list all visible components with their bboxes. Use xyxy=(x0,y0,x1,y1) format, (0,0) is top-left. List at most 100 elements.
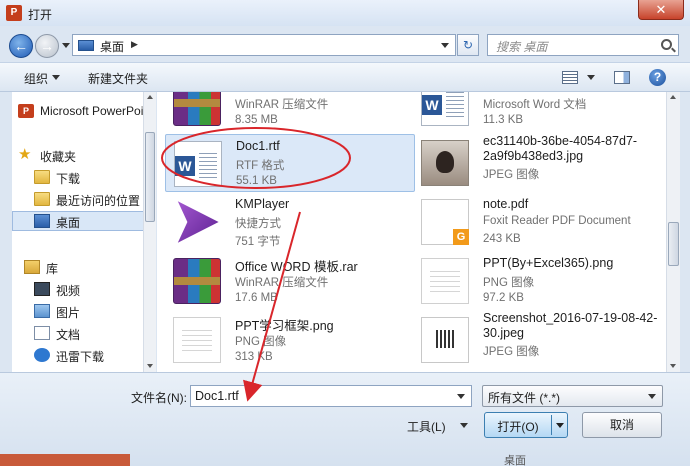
file-item-kmplayer[interactable]: KMPlayer 快捷方式 751 字节 xyxy=(165,193,415,251)
sidebar-item-favorites[interactable]: ★ 收藏夹 xyxy=(18,146,152,166)
sidebar-item-documents[interactable]: 文档 xyxy=(34,324,152,344)
open-button-label[interactable]: 打开(O) xyxy=(485,418,551,435)
chevron-right-icon[interactable]: ▶ xyxy=(131,39,138,50)
preview-pane-icon[interactable] xyxy=(614,71,630,84)
help-icon[interactable]: ? xyxy=(649,69,666,86)
sidebar-item-desktop[interactable]: 桌面 xyxy=(12,211,152,231)
file-name: note.pdf xyxy=(483,197,529,211)
organize-button[interactable]: 组织 xyxy=(24,70,48,87)
file-type: WinRAR 压缩文件 xyxy=(235,277,329,289)
address-bar[interactable]: 桌面 ▶ xyxy=(72,34,456,56)
chevron-down-icon[interactable] xyxy=(648,394,656,399)
sidebar-item-videos[interactable]: 视频 xyxy=(34,280,152,300)
document-icon xyxy=(34,326,50,340)
sidebar-item-libraries[interactable]: 库 xyxy=(24,258,152,278)
png-icon xyxy=(173,317,221,363)
sidebar-item-label: 迅雷下载 xyxy=(56,350,105,364)
file-item-ppt-excel-png[interactable]: PPT(By+Excel365).png PNG 图像 97.2 KB xyxy=(413,252,663,310)
navigation-pane: P Microsoft PowerPoint ★ 收藏夹 下载 最近访问的位置 … xyxy=(12,92,156,372)
word-icon xyxy=(421,92,469,126)
chevron-down-icon[interactable] xyxy=(587,75,595,80)
file-item-jpg[interactable]: ec31140b-36be-4054-87d7-2a9f9b438ed3.jpg… xyxy=(413,134,663,192)
file-type: RTF 格式 xyxy=(236,160,285,172)
cancel-button[interactable]: 取消 xyxy=(582,412,662,438)
sidebar-item-powerpoint[interactable]: P Microsoft PowerPoint xyxy=(18,102,154,122)
sidebar-scrollbar[interactable] xyxy=(143,92,156,372)
recent-locations-dropdown[interactable] xyxy=(62,43,70,48)
search-input[interactable]: 搜索 桌面 xyxy=(487,34,679,56)
scroll-up-icon[interactable] xyxy=(670,95,676,99)
file-type: JPEG 图像 xyxy=(483,169,540,181)
view-options-icon[interactable] xyxy=(562,71,578,84)
file-list-scrollbar[interactable] xyxy=(666,92,680,372)
file-item-office-word-rar[interactable]: Office WORD 模板.rar WinRAR 压缩文件 17.6 MB xyxy=(165,252,415,310)
star-icon: ★ xyxy=(18,146,32,163)
file-type: PNG 图像 xyxy=(483,277,535,289)
scroll-down-icon[interactable] xyxy=(670,364,676,368)
chevron-down-icon[interactable] xyxy=(556,423,564,428)
file-item-ppt-framework-png[interactable]: PPT学习框架.png PNG 图像 313 KB xyxy=(165,311,415,369)
file-type-select[interactable]: 所有文件 (*.*) xyxy=(482,385,663,407)
sidebar-item-downloads[interactable]: 下载 xyxy=(34,168,152,188)
file-name: Office WORD 模板.rar xyxy=(235,260,358,274)
sidebar-item-pictures[interactable]: 图片 xyxy=(34,302,152,322)
scroll-up-icon[interactable] xyxy=(147,95,153,99)
file-size: 97.2 KB xyxy=(483,292,524,304)
search-placeholder: 搜索 桌面 xyxy=(496,40,548,54)
file-name: Doc1.rtf xyxy=(236,139,280,153)
folder-icon xyxy=(34,192,50,206)
winrar-icon xyxy=(173,258,221,304)
file-item-screenshot[interactable]: Screenshot_2016-07-19-08-42-30.jpeg JPEG… xyxy=(413,311,663,369)
file-size: 8.35 MB xyxy=(235,114,278,126)
sidebar-item-recent-places[interactable]: 最近访问的位置 xyxy=(34,190,152,210)
file-type: PNG 图像 xyxy=(235,336,287,348)
file-item-doc1-rtf[interactable]: Doc1.rtf RTF 格式 55.1 KB xyxy=(165,134,415,192)
sidebar-item-label: 下载 xyxy=(56,172,81,186)
address-location[interactable]: 桌面 xyxy=(100,38,124,55)
file-size: 313 KB xyxy=(235,351,273,363)
file-item-note-pdf[interactable]: note.pdf Foxit Reader PDF Document 243 K… xyxy=(413,193,663,251)
word-icon xyxy=(174,141,222,187)
sidebar-item-label: 桌面 xyxy=(56,216,81,230)
file-type: Foxit Reader PDF Document xyxy=(483,215,631,227)
filename-input[interactable]: Doc1.rtf xyxy=(190,385,472,407)
powerpoint-logo-icon: P xyxy=(6,5,22,21)
powerpoint-icon: P xyxy=(18,104,34,118)
sidebar-item-label: 视频 xyxy=(56,284,81,298)
open-button[interactable]: 打开(O) xyxy=(484,412,568,438)
sidebar-item-label: 库 xyxy=(46,262,59,276)
desktop-icon xyxy=(78,40,94,51)
photo-icon xyxy=(421,140,469,186)
file-name: KMPlayer xyxy=(235,197,290,211)
chevron-down-icon[interactable] xyxy=(441,43,449,48)
chevron-down-icon[interactable] xyxy=(457,394,465,399)
forward-button[interactable]: → xyxy=(35,34,59,58)
refresh-button[interactable]: ↻ xyxy=(457,34,479,56)
file-item-rar[interactable]: WinRAR 压缩文件 8.35 MB xyxy=(165,92,415,132)
file-type-value: 所有文件 (*.*) xyxy=(488,391,561,405)
png-icon xyxy=(421,258,469,304)
chevron-down-icon[interactable] xyxy=(460,423,468,428)
new-folder-button[interactable]: 新建文件夹 xyxy=(88,70,148,87)
file-name: ec31140b-36be-4054-87d7-2a9f9b438ed3.jpg xyxy=(483,134,638,163)
background-window-edge xyxy=(0,454,130,466)
file-size: 11.3 KB xyxy=(483,114,524,126)
close-button[interactable]: ✕ xyxy=(638,0,684,20)
sidebar-item-label: 最近访问的位置 xyxy=(56,194,141,208)
back-button[interactable]: ← xyxy=(9,34,33,58)
scroll-thumb[interactable] xyxy=(668,222,679,266)
sidebar-item-xunlei[interactable]: 迅雷下载 xyxy=(34,346,152,366)
file-size: 751 字节 xyxy=(235,236,281,248)
scroll-down-icon[interactable] xyxy=(147,364,153,368)
scroll-thumb[interactable] xyxy=(145,132,155,222)
search-icon[interactable] xyxy=(661,39,672,50)
filename-value[interactable]: Doc1.rtf xyxy=(195,389,239,403)
window-title: 打开 xyxy=(28,8,53,22)
sidebar-item-label: 文档 xyxy=(56,328,81,342)
sidebar-item-label: Microsoft PowerPoint xyxy=(40,104,154,118)
file-item-word[interactable]: Microsoft Word 文档 11.3 KB xyxy=(413,92,663,132)
file-name: Screenshot_2016-07-19-08-42-30.jpeg xyxy=(483,311,658,340)
tools-button[interactable]: 工具(L) xyxy=(407,418,446,435)
chevron-down-icon[interactable] xyxy=(52,75,60,80)
split-divider xyxy=(551,415,552,435)
